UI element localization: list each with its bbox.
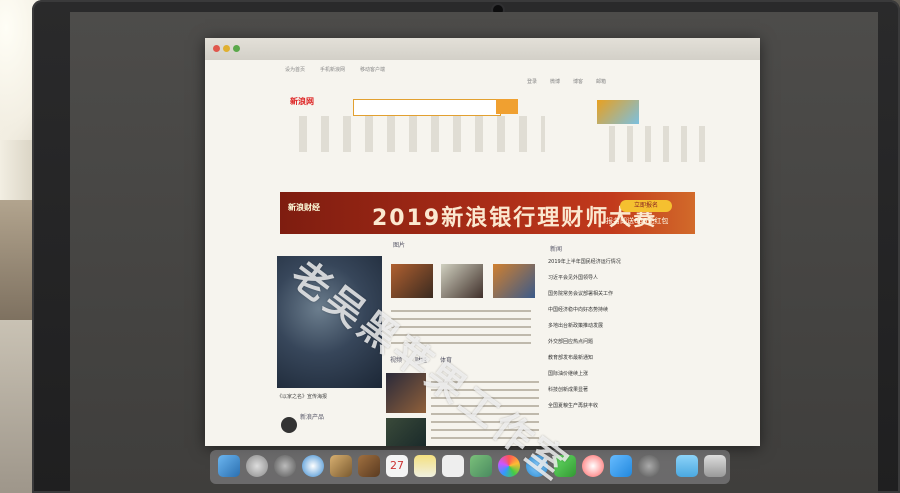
notes-icon[interactable] <box>358 455 380 477</box>
photo-thumbnail[interactable] <box>493 264 535 298</box>
topbar-link-mobile[interactable]: 手机新浪网 <box>320 66 345 73</box>
top-right-mail[interactable]: 邮箱 <box>596 78 606 85</box>
dock: 27 <box>210 450 730 484</box>
photo-thumbnail[interactable] <box>441 264 483 298</box>
headline-item[interactable]: 全国夏粮生产再获丰收 <box>548 402 680 409</box>
topbar-link-home[interactable]: 设为首页 <box>285 66 305 73</box>
ad-logo: 新浪财经 <box>288 203 320 212</box>
top-right-weibo[interactable]: 微博 <box>550 78 560 85</box>
search-input[interactable] <box>353 99 501 116</box>
headline-item[interactable]: 多地出台新政策推动发展 <box>548 322 680 329</box>
itunes-icon[interactable] <box>582 455 604 477</box>
panda-icon <box>281 417 297 433</box>
headline-item[interactable]: 2019年上半年国民经济运行情况 <box>548 258 680 265</box>
search-button[interactable] <box>496 99 518 114</box>
ad-banner[interactable]: 新浪财经 2019新浪银行理财师大赛 立即报名 报名即送666元红包 <box>280 192 695 234</box>
shelf <box>0 200 32 320</box>
site-logo[interactable]: 新浪网 <box>290 96 314 107</box>
tab-news[interactable]: 新闻 <box>550 244 562 253</box>
topbar-link-client[interactable]: 移动客户端 <box>360 66 385 73</box>
rocket-icon[interactable] <box>274 455 296 477</box>
nav-grid-right[interactable] <box>597 126 707 162</box>
photo-caption[interactable]: 《以家之名》宣传海报 <box>277 393 327 400</box>
photos-icon[interactable] <box>330 455 352 477</box>
headline-item[interactable]: 习近平会见外国领导人 <box>548 274 680 281</box>
headline-item[interactable]: 国务院常务会议部署相关工作 <box>548 290 680 297</box>
headline-item[interactable]: 教育部发布最新通知 <box>548 354 680 361</box>
ad-subtitle: 报名即送666元红包 <box>606 217 669 225</box>
nav-grid[interactable] <box>285 116 545 152</box>
launchpad-icon[interactable] <box>246 455 268 477</box>
top-right-blog[interactable]: 博客 <box>573 78 583 85</box>
maps-icon[interactable] <box>470 455 492 477</box>
minimize-icon[interactable] <box>223 45 230 52</box>
promo-thumbnail[interactable] <box>597 100 639 124</box>
browser-titlebar <box>205 38 760 60</box>
headline-item[interactable]: 国际油价继续上涨 <box>548 370 680 377</box>
headline-item[interactable]: 科技创新成果显著 <box>548 386 680 393</box>
calendar-icon[interactable]: 27 <box>386 455 408 477</box>
headline-item[interactable]: 外交部回应热点问题 <box>548 338 680 345</box>
reminders-icon[interactable] <box>442 455 464 477</box>
finder-icon[interactable] <box>218 455 240 477</box>
safari-icon[interactable] <box>302 455 324 477</box>
folder-icon[interactable] <box>676 455 698 477</box>
video-thumbnail[interactable] <box>386 418 426 446</box>
ad-signup-button[interactable]: 立即报名 <box>620 200 672 212</box>
maximize-icon[interactable] <box>233 45 240 52</box>
top-right-login[interactable]: 登录 <box>527 78 537 85</box>
preferences-icon[interactable] <box>638 455 660 477</box>
appstore-icon[interactable] <box>610 455 632 477</box>
photo-thumbnail[interactable] <box>391 264 433 298</box>
trash-icon[interactable] <box>704 455 726 477</box>
products-title: 新浪产品 <box>300 414 325 421</box>
headline-list: 2019年上半年国民经济运行情况 习近平会见外国领导人 国务院常务会议部署相关工… <box>548 258 680 446</box>
headline-item[interactable]: 中国经济稳中向好态势持续 <box>548 306 680 313</box>
tab-pics[interactable]: 图片 <box>393 240 405 249</box>
stickies-icon[interactable] <box>414 455 436 477</box>
close-icon[interactable] <box>213 45 220 52</box>
